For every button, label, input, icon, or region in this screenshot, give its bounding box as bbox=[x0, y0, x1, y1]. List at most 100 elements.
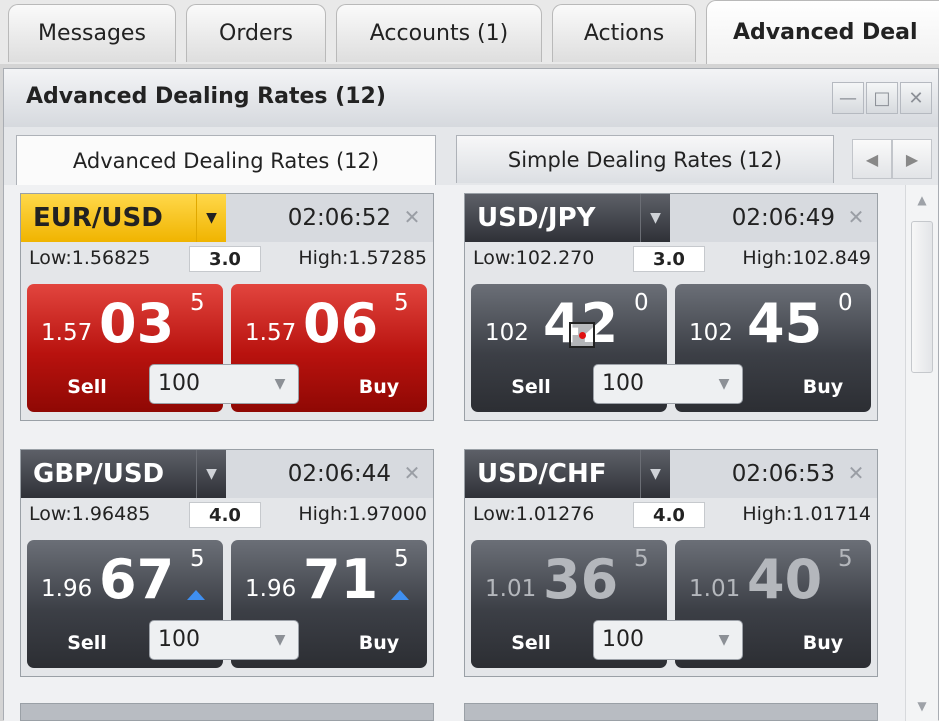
scroll-down-arrow-icon[interactable]: ▼ bbox=[906, 695, 938, 717]
tile-header: GBP/USD ▼ 02:06:44 ✕ bbox=[21, 450, 433, 498]
low-label: Low: bbox=[473, 247, 516, 269]
tab-messages[interactable]: Messages bbox=[8, 4, 176, 62]
sell-label: Sell bbox=[67, 376, 107, 398]
quantity-value: 100 bbox=[602, 627, 644, 652]
high-value: High:102.849 bbox=[742, 247, 871, 269]
price-big-figure: 03 bbox=[99, 292, 175, 355]
tile-close-button[interactable]: ✕ bbox=[399, 460, 425, 486]
quantity-select[interactable]: 100 ▼ bbox=[149, 364, 299, 404]
spread-value: 3.0 bbox=[189, 246, 261, 272]
symbol-dropdown-button[interactable]: ▼ bbox=[196, 450, 226, 498]
minimize-icon: — bbox=[839, 87, 857, 109]
price-pip: 5 bbox=[190, 290, 205, 316]
tile-close-button[interactable]: ✕ bbox=[399, 204, 425, 230]
window-title: Advanced Dealing Rates (12) bbox=[26, 84, 386, 109]
low-number: 1.01276 bbox=[515, 503, 595, 525]
price-prefix: 1.01 bbox=[689, 576, 741, 602]
quote-time: 02:06:49 bbox=[731, 205, 835, 231]
close-window-button[interactable]: ✕ bbox=[900, 82, 932, 114]
symbol-selector[interactable]: USD/JPY bbox=[465, 194, 640, 242]
chevron-down-icon: ▼ bbox=[206, 466, 217, 482]
buy-label: Buy bbox=[358, 376, 400, 398]
price-prefix: 1.57 bbox=[245, 320, 297, 346]
buy-label: Buy bbox=[802, 376, 844, 398]
close-icon: ✕ bbox=[403, 461, 421, 485]
scroll-up-arrow-icon[interactable]: ▲ bbox=[906, 189, 938, 211]
tab-orders[interactable]: Orders bbox=[186, 4, 326, 62]
chevron-down-icon[interactable]: ▼ bbox=[712, 371, 736, 397]
price-pip: 5 bbox=[838, 546, 853, 572]
price-prefix: 102 bbox=[689, 320, 733, 346]
symbol-selector[interactable]: EUR/USD bbox=[21, 194, 196, 242]
tile-close-button[interactable]: ✕ bbox=[843, 204, 869, 230]
chevron-down-icon[interactable]: ▼ bbox=[268, 371, 292, 397]
scrollbar-thumb[interactable] bbox=[911, 221, 933, 373]
tab-advanced-dealing-rates[interactable]: Advanced Dealing Rates (12) bbox=[16, 135, 436, 185]
sell-label: Sell bbox=[67, 632, 107, 654]
high-number: 1.97000 bbox=[348, 503, 427, 525]
high-label: High: bbox=[298, 247, 349, 269]
minimize-button[interactable]: — bbox=[832, 82, 864, 114]
symbol-dropdown-button[interactable]: ▼ bbox=[640, 450, 670, 498]
spread-value: 4.0 bbox=[189, 502, 261, 528]
sell-label: Sell bbox=[511, 632, 551, 654]
low-value: Low:102.270 bbox=[473, 247, 594, 269]
price-big-figure: 67 bbox=[99, 548, 175, 611]
rates-panel: EUR/USD ▼ 02:06:52 ✕ Low:1.56825 3.0 Hig… bbox=[4, 185, 938, 721]
price-pip: 5 bbox=[634, 546, 649, 572]
price-prefix: 1.96 bbox=[245, 576, 297, 602]
low-high-row: Low:102.270 3.0 High:102.849 bbox=[465, 244, 877, 274]
low-number: 1.56825 bbox=[71, 247, 151, 269]
low-value: Low:1.96485 bbox=[29, 503, 150, 525]
high-label: High: bbox=[742, 247, 793, 269]
quantity-value: 100 bbox=[158, 627, 200, 652]
price-big-figure: 45 bbox=[747, 292, 823, 355]
symbol-selector[interactable]: GBP/USD bbox=[21, 450, 196, 498]
maximize-icon: □ bbox=[873, 87, 891, 109]
quantity-select[interactable]: 100 ▼ bbox=[593, 364, 743, 404]
low-high-row: Low:1.56825 3.0 High:1.57285 bbox=[21, 244, 433, 274]
buy-label: Buy bbox=[802, 632, 844, 654]
high-number: 1.57285 bbox=[348, 247, 427, 269]
chevron-down-icon[interactable]: ▼ bbox=[712, 627, 736, 653]
price-big-figure: 36 bbox=[543, 548, 619, 611]
tile-header: EUR/USD ▼ 02:06:52 ✕ bbox=[21, 194, 433, 242]
tab-scroll-left-button[interactable]: ◀ bbox=[852, 139, 892, 179]
quantity-select[interactable]: 100 ▼ bbox=[593, 620, 743, 660]
quantity-select[interactable]: 100 ▼ bbox=[149, 620, 299, 660]
high-value: High:1.57285 bbox=[298, 247, 427, 269]
tab-scroll-right-button[interactable]: ▶ bbox=[892, 139, 932, 179]
low-label: Low: bbox=[29, 247, 72, 269]
symbol-dropdown-button[interactable]: ▼ bbox=[640, 194, 670, 242]
price-big-figure: 71 bbox=[303, 548, 379, 611]
symbol-dropdown-button[interactable]: ▼ bbox=[196, 194, 226, 242]
tile-header: USD/CHF ▼ 02:06:53 ✕ bbox=[465, 450, 877, 498]
sell-label: Sell bbox=[511, 376, 551, 398]
tile-close-button[interactable]: ✕ bbox=[843, 460, 869, 486]
tab-actions[interactable]: Actions bbox=[552, 4, 696, 62]
buy-label: Buy bbox=[358, 632, 400, 654]
price-prefix: 1.57 bbox=[41, 320, 93, 346]
spread-value: 3.0 bbox=[633, 246, 705, 272]
price-big-figure: 40 bbox=[747, 548, 823, 611]
quantity-value: 100 bbox=[158, 371, 200, 396]
window-title-bar: Advanced Dealing Rates (12) — □ ✕ bbox=[4, 69, 938, 128]
inner-tab-bar: Advanced Dealing Rates (12) Simple Deali… bbox=[4, 127, 938, 185]
tab-accounts[interactable]: Accounts (1) bbox=[336, 4, 542, 62]
dealing-rates-window: Advanced Dealing Rates (12) — □ ✕ Advanc… bbox=[3, 68, 939, 721]
vertical-scrollbar[interactable]: ▲ ▼ bbox=[905, 185, 938, 721]
chevron-right-icon: ▶ bbox=[905, 149, 919, 169]
spread-value: 4.0 bbox=[633, 502, 705, 528]
quote-time: 02:06:52 bbox=[287, 205, 391, 231]
tab-advanced-dealing[interactable]: Advanced Deal bbox=[706, 0, 939, 64]
close-icon: ✕ bbox=[908, 87, 924, 109]
maximize-button[interactable]: □ bbox=[866, 82, 898, 114]
high-number: 1.01714 bbox=[792, 503, 871, 525]
symbol-selector[interactable]: USD/CHF bbox=[465, 450, 640, 498]
tab-simple-dealing-rates[interactable]: Simple Dealing Rates (12) bbox=[456, 135, 834, 183]
rate-tile-usdchf: USD/CHF ▼ 02:06:53 ✕ Low:1.01276 4.0 Hig… bbox=[464, 449, 878, 677]
chevron-down-icon[interactable]: ▼ bbox=[268, 627, 292, 653]
low-number: 1.96485 bbox=[71, 503, 151, 525]
price-pip: 5 bbox=[190, 546, 205, 572]
low-label: Low: bbox=[29, 503, 72, 525]
